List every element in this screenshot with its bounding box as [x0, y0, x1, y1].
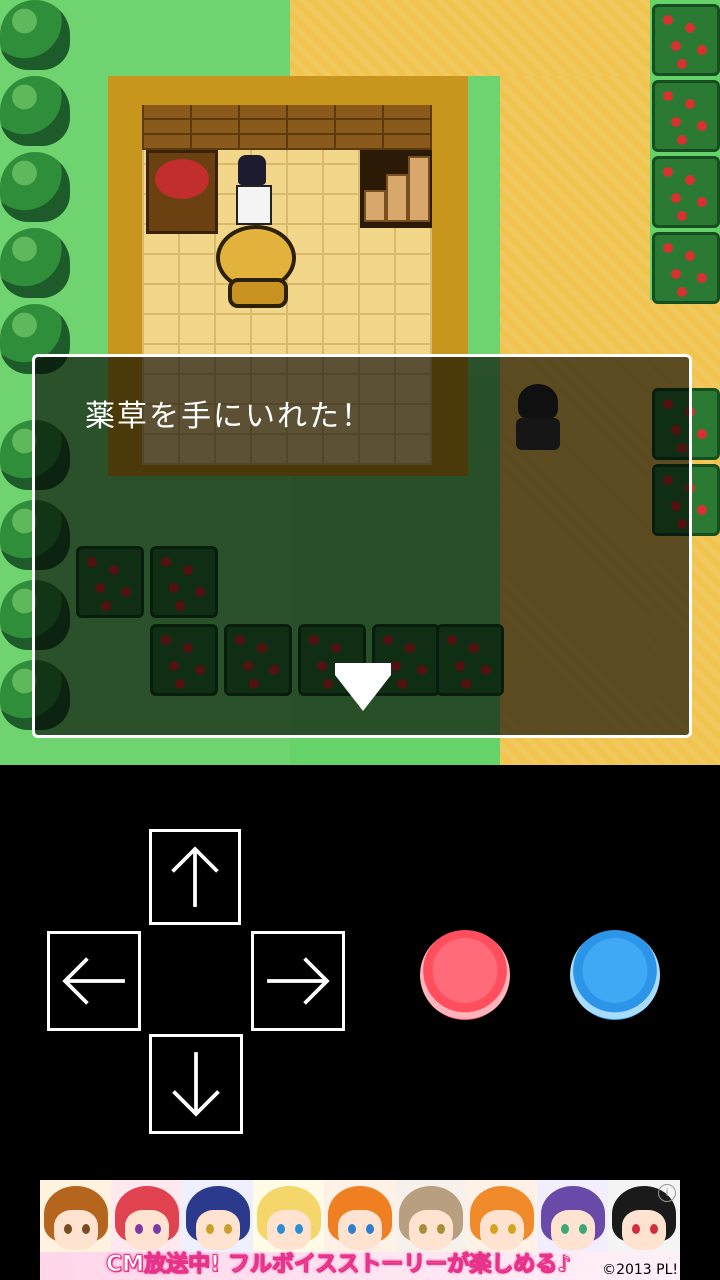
dpad-down-button[interactable]	[149, 1034, 243, 1134]
continue-arrow-icon[interactable]	[335, 663, 391, 711]
banner-text: CM放送中! フルボイスストーリーが楽しめる♪	[105, 1252, 572, 1278]
berry-bush	[652, 232, 720, 304]
right-arrow-icon	[267, 957, 330, 1005]
red-action-button[interactable]	[420, 930, 510, 1020]
tree	[0, 0, 70, 70]
dialog-message: 薬草を手にいれた！	[85, 399, 373, 434]
tree	[0, 228, 70, 298]
npc-maid-sprite	[232, 155, 272, 227]
tree	[0, 152, 70, 222]
ad-banner[interactable]: CM放送中! フルボイスストーリーが楽しめる♪ ©2013 PL! i	[40, 1180, 680, 1280]
house-back-wall	[142, 105, 432, 150]
stool-icon	[228, 278, 288, 308]
banner-copyright: ©2013 PL!	[602, 1262, 678, 1278]
berry-bush	[652, 4, 720, 76]
sand-path	[290, 0, 650, 76]
berry-bush	[652, 80, 720, 152]
dpad-up-button[interactable]	[149, 829, 241, 925]
dpad-right-button[interactable]	[251, 931, 345, 1031]
tree	[0, 76, 70, 146]
dpad-left-button[interactable]	[47, 931, 141, 1031]
ad-info-icon[interactable]: i	[658, 1184, 676, 1202]
game-view[interactable]: 薬草を手にいれた！	[0, 0, 720, 765]
message-dialog[interactable]: 薬草を手にいれた！	[32, 354, 692, 738]
berry-bush	[652, 156, 720, 228]
shelf-icon	[146, 150, 218, 234]
down-arrow-icon	[172, 1052, 220, 1117]
blue-action-button[interactable]	[570, 930, 660, 1020]
grass-strip	[468, 76, 500, 376]
stairs-icon	[360, 150, 432, 228]
up-arrow-icon	[171, 846, 219, 907]
left-arrow-icon	[62, 957, 125, 1005]
